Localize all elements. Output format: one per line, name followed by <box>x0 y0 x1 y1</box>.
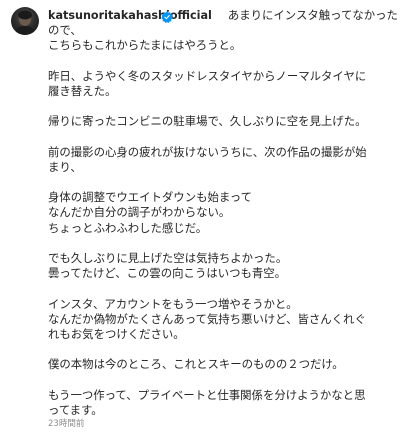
caption-line: れもお気をつけください。 <box>48 326 185 341</box>
caption-line: 身体の調整でウエイトダウンも始まって <box>48 190 253 205</box>
caption-line: こちらもこれからたまにはやろうと。 <box>48 38 242 53</box>
caption-line: 履き替えた。 <box>48 83 117 98</box>
verified-badge-icon <box>161 11 173 23</box>
caption-gap <box>48 130 394 145</box>
caption-gap <box>48 281 394 296</box>
caption-line: インスタ、アカウントをもう一つ増やそうかと。 <box>48 296 298 311</box>
caption-line: なんだか自分の調子がわからない。 <box>48 205 231 220</box>
post-caption: katsunoritakahashiofficial あまりにインスタ触ってなかっ… <box>0 0 402 436</box>
caption-line: なんだか偽物がたくさんあって気持ち悪いけど、皆さんくれぐ <box>48 311 366 326</box>
caption-gap <box>48 175 394 190</box>
caption-gap <box>48 54 394 69</box>
caption-gap <box>48 373 394 388</box>
caption-line: ってます。 <box>48 402 103 417</box>
caption-line: ので、 <box>48 23 82 38</box>
caption-line: もう一つ作って、プライベートと仕事関係を分けようかなと思 <box>48 387 366 402</box>
caption-line: あまりにインスタ触ってなかった <box>227 8 398 22</box>
caption-line: まり、 <box>48 159 82 174</box>
caption-first-line: katsunoritakahashiofficial あまりにインスタ触ってなかっ… <box>48 8 398 23</box>
caption-line: でも久しぶりに見上げた空は気持ちよかった。 <box>48 251 288 265</box>
caption-line: 前の撮影の心身の疲れが抜けないうちに、次の作品の撮影が始 <box>48 144 367 159</box>
caption-gap <box>48 342 394 357</box>
caption-line: 昨日、ようやく冬のスタッドレスタイヤからノーマルタイヤに <box>48 68 367 83</box>
post-timestamp[interactable]: 23時間前 <box>48 417 84 429</box>
caption-lines: ので、 こちらもこれからたまにはやろうと。昨日、ようやく冬のスタッドレスタイヤから… <box>48 23 394 418</box>
caption-text: katsunoritakahashiofficial あまりにインスタ触ってなかっ… <box>48 8 398 418</box>
caption-gap <box>48 99 394 114</box>
caption-line: 曇ってたけど、この雲の向こうはいつも青空。 <box>48 266 287 281</box>
avatar[interactable] <box>11 7 39 35</box>
caption-line: 帰りに寄ったコンビニの駐車場で、久しぶりに空を見上げた。 <box>48 114 367 129</box>
username-link[interactable]: katsunoritakahashiofficial <box>48 9 212 22</box>
caption-line: ちょっとふわふわした感じだ。 <box>48 220 208 235</box>
caption-gap <box>48 236 394 251</box>
caption-line: 僕の本物は今のところ、これとスキーのものの２つだけ。 <box>48 357 344 372</box>
